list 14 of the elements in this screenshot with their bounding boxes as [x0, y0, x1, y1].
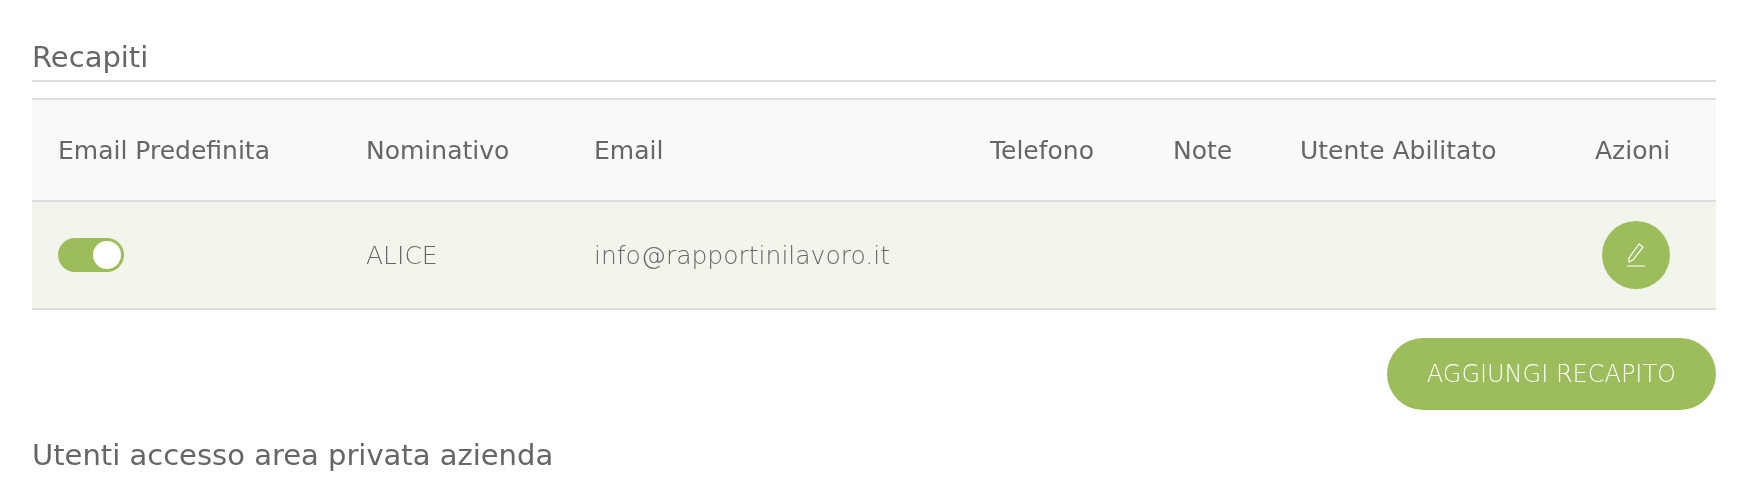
column-header: Telefono — [989, 135, 1095, 165]
column-header: Utente Abilitato — [1299, 135, 1498, 165]
column-header: Note — [1172, 135, 1234, 165]
section-title: Recapiti — [32, 0, 1716, 82]
table-row[interactable]: ALICE info@rapportinilavoro.it — [32, 202, 1716, 310]
table-cell: info@rapportinilavoro.it — [594, 240, 890, 270]
column-header: Email Predefinita — [57, 135, 271, 165]
column-header: Nominativo — [365, 135, 511, 165]
table-cell: ALICE — [366, 240, 438, 270]
column-header: Email — [593, 135, 665, 165]
pencil-icon — [1625, 242, 1647, 268]
section-title: Utenti accesso area privata azienda — [32, 438, 555, 472]
toggle-switch[interactable] — [58, 238, 124, 272]
column-header: Azioni — [1594, 135, 1672, 165]
